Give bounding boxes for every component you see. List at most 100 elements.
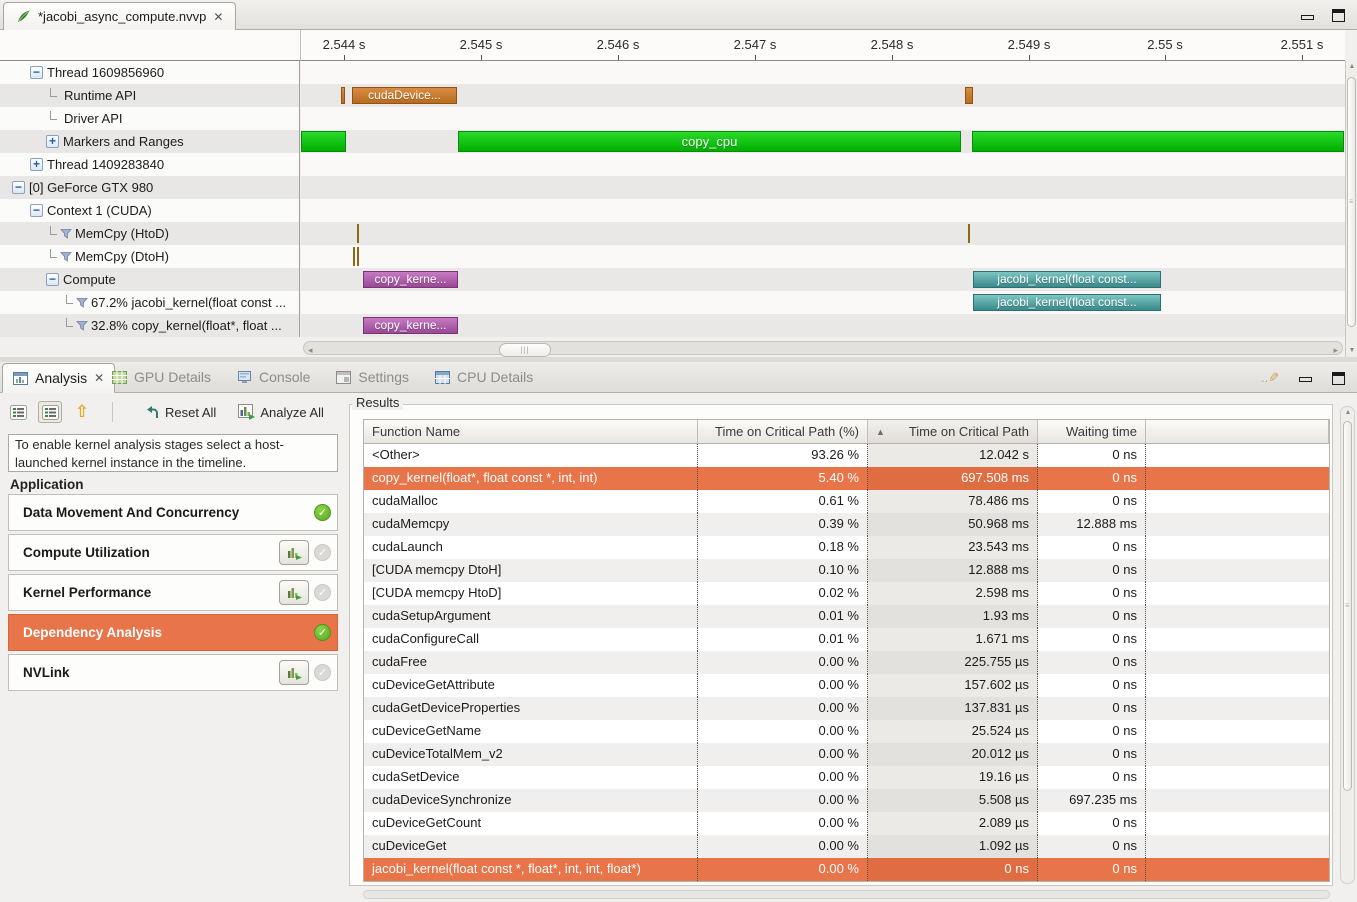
- timeline-bar-runtime-small[interactable]: [341, 87, 345, 104]
- close-icon[interactable]: ✕: [94, 371, 104, 385]
- tree-row-markers-ranges[interactable]: Markers and Ranges: [0, 130, 299, 153]
- tree-row-driver-api[interactable]: Driver API: [0, 107, 299, 130]
- results-horizontal-scrollbar[interactable]: [363, 890, 1330, 899]
- timeline-bar-copy-cpu[interactable]: copy_cpu: [458, 131, 961, 152]
- run-analysis-button[interactable]: [279, 660, 309, 685]
- tree-row-copy-kernel[interactable]: 32.8% copy_kernel(float*, float ...: [0, 314, 299, 337]
- memcpy-htod-mark[interactable]: [968, 224, 970, 243]
- tab-settings[interactable]: Settings: [336, 369, 409, 385]
- stage-nvlink[interactable]: NVLink ✓: [8, 654, 338, 691]
- table-row[interactable]: jacobi_kernel(float const *, float*, int…: [364, 858, 1329, 881]
- console-icon: [237, 371, 252, 384]
- column-header-critical-path-time[interactable]: ▲Time on Critical Path: [868, 420, 1038, 444]
- run-analysis-button[interactable]: [279, 540, 309, 565]
- memcpy-dtoh-mark[interactable]: [357, 247, 359, 266]
- collapse-icon[interactable]: [46, 273, 59, 286]
- tab-analysis[interactable]: Analysis ✕: [2, 363, 115, 393]
- view-menu-icon[interactable]: ✎..: [1261, 370, 1279, 386]
- table-row[interactable]: cudaSetupArgument 0.01 % 1.93 ms 0 ns: [364, 605, 1329, 628]
- tree-row-compute[interactable]: Compute: [0, 268, 299, 291]
- scroll-down-icon[interactable]: ▼: [1347, 345, 1357, 357]
- table-row[interactable]: cudaGetDeviceProperties 0.00 % 137.831 µ…: [364, 697, 1329, 720]
- table-row[interactable]: cudaMalloc 0.61 % 78.486 ms 0 ns: [364, 490, 1329, 513]
- scroll-up-icon[interactable]: ▲: [1347, 61, 1357, 73]
- table-row[interactable]: cudaSetDevice 0.00 % 19.16 µs 0 ns: [364, 766, 1329, 789]
- collapse-icon[interactable]: [12, 181, 25, 194]
- collapse-icon[interactable]: [30, 204, 43, 217]
- cell-function-name: cudaMalloc: [364, 490, 698, 513]
- collapse-icon[interactable]: [30, 66, 43, 79]
- scrollbar-thumb[interactable]: |||: [499, 343, 551, 357]
- tree-row-gpu-geforce[interactable]: [0] GeForce GTX 980: [0, 176, 299, 199]
- table-row[interactable]: cudaDeviceSynchronize 0.00 % 5.508 µs 69…: [364, 789, 1329, 812]
- minimize-icon[interactable]: [1301, 15, 1314, 20]
- column-header-critical-path-pct[interactable]: Time on Critical Path (%): [698, 420, 868, 444]
- tree-row-jacobi-kernel[interactable]: 67.2% jacobi_kernel(float const ...: [0, 291, 299, 314]
- scroll-up-icon[interactable]: ▲: [1343, 409, 1353, 416]
- tab-cpu-details[interactable]: CPU Details: [435, 369, 533, 385]
- table-row[interactable]: cudaFree 0.00 % 225.755 µs 0 ns: [364, 651, 1329, 674]
- table-row[interactable]: copy_kernel(float*, float const *, int, …: [364, 467, 1329, 490]
- stage-dependency-analysis[interactable]: Dependency Analysis ✓: [8, 614, 338, 651]
- table-row[interactable]: [CUDA memcpy DtoH] 0.10 % 12.888 ms 0 ns: [364, 559, 1329, 582]
- table-row[interactable]: cuDeviceGet 0.00 % 1.092 µs 0 ns: [364, 835, 1329, 858]
- table-row[interactable]: cudaMemcpy 0.39 % 50.968 ms 12.888 ms: [364, 513, 1329, 536]
- promote-up-icon[interactable]: ⇧: [70, 401, 94, 423]
- table-row[interactable]: cuDeviceTotalMem_v2 0.00 % 20.012 µs 0 n…: [364, 743, 1329, 766]
- column-header-function-name[interactable]: Function Name: [364, 420, 698, 444]
- table-row[interactable]: cuDeviceGetCount 0.00 % 2.089 µs 0 ns: [364, 812, 1329, 835]
- stage-compute-utilization[interactable]: Compute Utilization ✓: [8, 534, 338, 571]
- tab-jacobi-file[interactable]: *jacobi_async_compute.nvvp ✕: [3, 2, 236, 30]
- timeline-bar-jacobi-kernel[interactable]: jacobi_kernel(float const...: [973, 271, 1161, 288]
- tree-row-runtime-api[interactable]: Runtime API: [0, 84, 299, 107]
- tree-row-memcpy-htod[interactable]: MemCpy (HtoD): [0, 222, 299, 245]
- stage-data-movement[interactable]: Data Movement And Concurrency ✓: [8, 494, 338, 531]
- expand-list-icon[interactable]: [38, 401, 62, 423]
- timeline-bar-marker-right[interactable]: [972, 131, 1344, 152]
- table-row[interactable]: cuDeviceGetName 0.00 % 25.524 µs 0 ns: [364, 720, 1329, 743]
- table-row[interactable]: cudaConfigureCall 0.01 % 1.671 ms 0 ns: [364, 628, 1329, 651]
- tree-row-memcpy-dtoh[interactable]: MemCpy (DtoH): [0, 245, 299, 268]
- analyze-all-button[interactable]: Analyze All: [238, 404, 324, 420]
- table-row[interactable]: <Other> 93.26 % 12.042 s 0 ns: [364, 444, 1329, 467]
- scrollbar-track[interactable]: ◂ ||| ▸: [303, 341, 1343, 355]
- collapse-list-icon[interactable]: [6, 401, 30, 423]
- table-row[interactable]: cudaLaunch 0.18 % 23.543 ms 0 ns: [364, 536, 1329, 559]
- timeline-bar-copy-kernel[interactable]: copy_kerne...: [363, 317, 458, 334]
- ruler-tick: 2.55 s: [1147, 37, 1182, 52]
- tree-row-thread-1609856960[interactable]: Thread 1609856960: [0, 61, 299, 84]
- scroll-left-icon[interactable]: ◂: [308, 345, 313, 356]
- timeline-ruler[interactable]: 2.544 s 2.545 s 2.546 s 2.547 s 2.548 s …: [300, 30, 1345, 61]
- table-row[interactable]: cuDeviceGetAttribute 0.00 % 157.602 µs 0…: [364, 674, 1329, 697]
- results-vertical-scrollbar[interactable]: ▲ ≡: [1340, 406, 1355, 884]
- tree-row-context-cuda[interactable]: Context 1 (CUDA): [0, 199, 299, 222]
- memcpy-dtoh-mark[interactable]: [353, 247, 355, 266]
- memcpy-htod-mark[interactable]: [357, 224, 359, 243]
- reset-all-button[interactable]: Reset All: [145, 405, 216, 420]
- scrollbar-thumb[interactable]: ≡: [1343, 421, 1352, 791]
- tree-row-thread-1409283840[interactable]: Thread 1409283840: [0, 153, 299, 176]
- timeline-bar-marker-left[interactable]: [301, 131, 346, 152]
- timeline-vertical-scrollbar[interactable]: ▲ ≡ ▼: [1345, 61, 1357, 357]
- reset-icon: [145, 405, 161, 420]
- expand-icon[interactable]: [46, 135, 59, 148]
- expand-icon[interactable]: [30, 158, 43, 171]
- column-header-waiting-time[interactable]: Waiting time: [1038, 420, 1146, 444]
- tab-console[interactable]: Console: [237, 369, 310, 385]
- maximize-icon[interactable]: [1332, 9, 1345, 22]
- cell-function-name: [CUDA memcpy HtoD]: [364, 582, 698, 605]
- table-row[interactable]: [CUDA memcpy HtoD] 0.02 % 2.598 ms 0 ns: [364, 582, 1329, 605]
- minimize-icon[interactable]: [1299, 377, 1312, 382]
- timeline-bar-cuda-device[interactable]: cudaDevice...: [352, 87, 457, 104]
- stage-kernel-performance[interactable]: Kernel Performance ✓: [8, 574, 338, 611]
- timeline-bar-copy-kernel[interactable]: copy_kerne...: [363, 271, 458, 288]
- scroll-right-icon[interactable]: ▸: [1333, 345, 1338, 356]
- maximize-icon[interactable]: [1332, 372, 1345, 385]
- run-analysis-button[interactable]: [279, 580, 309, 605]
- scrollbar-thumb[interactable]: ≡: [1347, 77, 1356, 327]
- timeline-bar-runtime-small[interactable]: [965, 87, 973, 104]
- timeline-horizontal-scrollbar[interactable]: ◂ ||| ▸: [301, 339, 1345, 357]
- close-icon[interactable]: ✕: [213, 10, 223, 24]
- tab-gpu-details[interactable]: GPU Details: [112, 369, 211, 385]
- timeline-bar-jacobi-kernel[interactable]: jacobi_kernel(float const...: [973, 294, 1161, 311]
